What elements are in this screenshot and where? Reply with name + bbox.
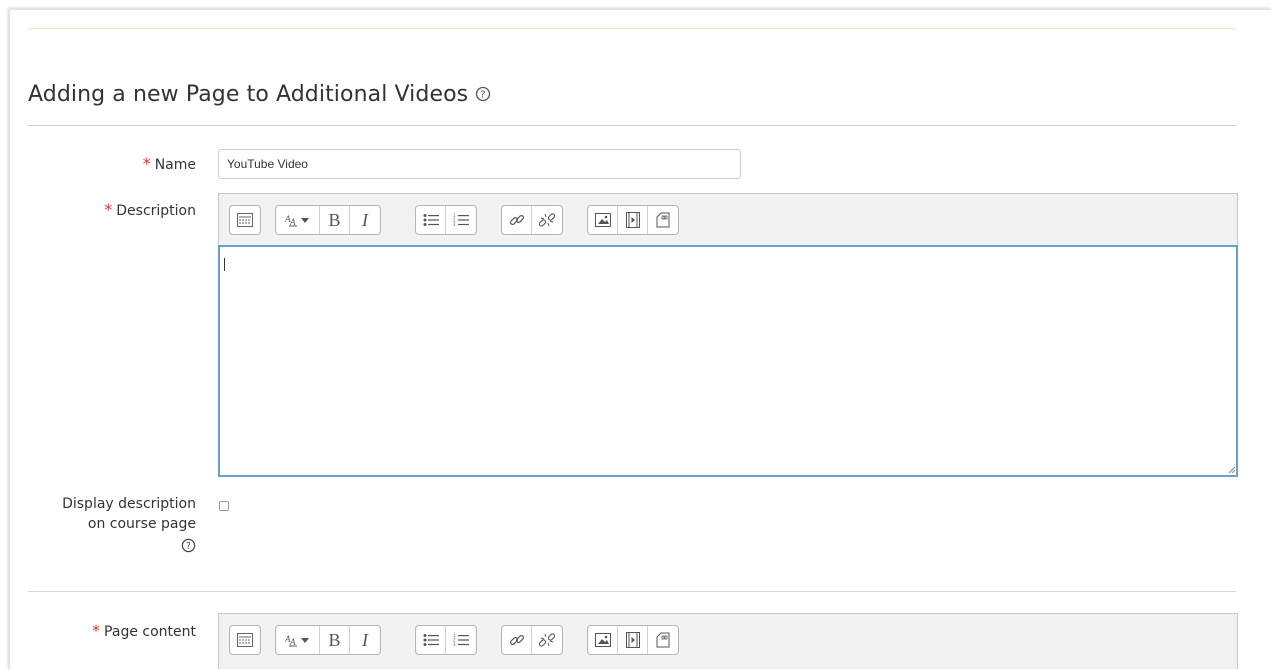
link-icon[interactable]	[502, 626, 532, 654]
description-editor-toolbar: AA B I 123	[218, 193, 1238, 245]
help-icon[interactable]: ?	[475, 83, 491, 108]
media-icon[interactable]	[618, 206, 648, 234]
svg-text:3: 3	[453, 222, 456, 227]
top-divider	[28, 28, 1236, 29]
toolbar-group-style: AA B I	[275, 205, 381, 235]
text-caret	[224, 258, 225, 271]
toolbar-group-media	[587, 625, 679, 655]
unordered-list-icon[interactable]	[416, 626, 446, 654]
show-more-buttons-icon[interactable]	[230, 206, 260, 234]
media-icon[interactable]	[618, 626, 648, 654]
resize-grip-icon[interactable]	[1228, 466, 1236, 474]
show-more-buttons-icon[interactable]	[230, 626, 260, 654]
unlink-icon[interactable]	[532, 206, 562, 234]
page-title: Adding a new Page to Additional Videos ?	[28, 82, 491, 108]
bold-icon[interactable]: B	[320, 626, 350, 654]
description-editor[interactable]	[218, 245, 1238, 477]
font-style-icon[interactable]: AA	[276, 206, 320, 234]
description-label: * Description	[104, 200, 196, 219]
toolbar-group-lists: 123	[415, 625, 477, 655]
link-icon[interactable]	[502, 206, 532, 234]
ordered-list-icon[interactable]: 123	[446, 626, 476, 654]
toolbar-group-lists: 123	[415, 205, 477, 235]
heading-divider	[28, 125, 1236, 126]
manage-files-icon[interactable]	[648, 206, 678, 234]
toolbar-group-links	[501, 205, 563, 235]
unlink-icon[interactable]	[532, 626, 562, 654]
font-style-icon[interactable]: AA	[276, 626, 320, 654]
display-description-label: Display description on course page ?	[62, 494, 196, 559]
svg-text:?: ?	[186, 541, 191, 552]
required-icon: *	[92, 621, 101, 640]
help-icon[interactable]: ?	[62, 538, 196, 559]
svg-text:3: 3	[453, 642, 456, 647]
page-content-editor-toolbar: AA B I 123	[218, 613, 1238, 669]
unordered-list-icon[interactable]	[416, 206, 446, 234]
image-icon[interactable]	[588, 206, 618, 234]
required-icon: *	[104, 200, 113, 219]
name-label: * Name	[142, 154, 196, 173]
display-description-checkbox[interactable]	[219, 501, 229, 511]
manage-files-icon[interactable]	[648, 626, 678, 654]
svg-text:?: ?	[481, 89, 486, 100]
toolbar-group-more	[229, 625, 261, 655]
italic-icon[interactable]: I	[350, 626, 380, 654]
name-input[interactable]: YouTube Video	[218, 149, 741, 179]
bold-icon[interactable]: B	[320, 206, 350, 234]
section-divider	[28, 591, 1236, 592]
page-content-label: * Page content	[92, 621, 196, 640]
italic-icon[interactable]: I	[350, 206, 380, 234]
ordered-list-icon[interactable]: 123	[446, 206, 476, 234]
page-title-text: Adding a new Page to Additional Videos	[28, 82, 469, 107]
toolbar-group-more	[229, 205, 261, 235]
image-icon[interactable]	[588, 626, 618, 654]
toolbar-group-links	[501, 625, 563, 655]
toolbar-group-style: AA B I	[275, 625, 381, 655]
required-icon: *	[142, 154, 151, 173]
form-container: Adding a new Page to Additional Videos ?…	[0, 0, 1271, 669]
toolbar-group-media	[587, 205, 679, 235]
